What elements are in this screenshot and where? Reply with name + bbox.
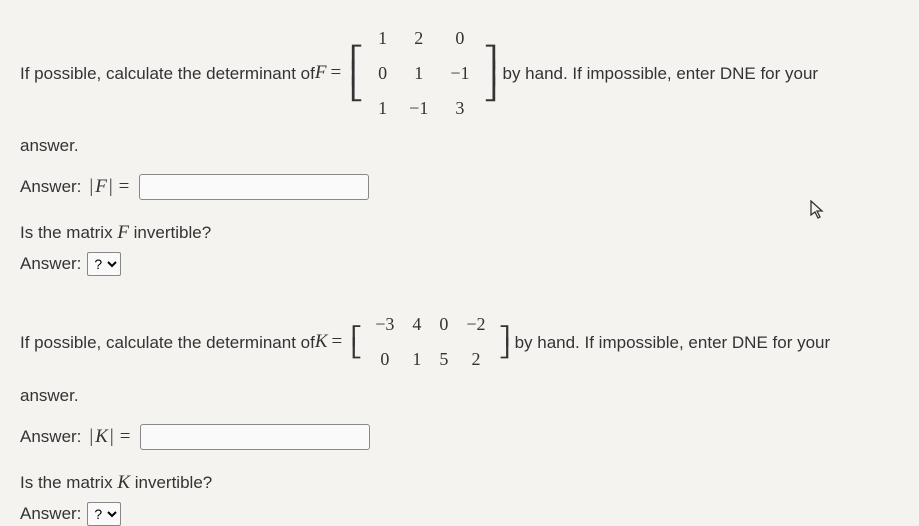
q1-invertible-select[interactable]: ? bbox=[87, 252, 121, 276]
det-bar-right: | bbox=[110, 426, 114, 448]
question-2: If possible, calculate the determinant o… bbox=[20, 304, 899, 526]
q1-matrix: ⎡⎢⎣ 120 01−1 1−13 ⎤⎥⎦ bbox=[351, 18, 496, 128]
bracket-left-icon: ⎡⎢⎣ bbox=[350, 50, 364, 96]
q2-matrix: ⎡⎣ −340−2 0152 ⎤⎦ bbox=[352, 304, 508, 380]
q2-sub-var: K bbox=[117, 472, 130, 493]
q1-prompt: If possible, calculate the determinant o… bbox=[20, 18, 899, 128]
q2-det-var: K bbox=[95, 426, 108, 448]
q1-det-eq: = bbox=[115, 176, 134, 198]
q1-answer-label: Answer: bbox=[20, 177, 81, 197]
det-bar-left: | bbox=[89, 176, 93, 198]
q1-prompt-text-b: by hand. If impossible, enter DNE for yo… bbox=[502, 60, 818, 87]
det-bar-right: | bbox=[109, 176, 113, 198]
q2-det-eq: = bbox=[116, 426, 135, 448]
q2-sub-text-a: Is the matrix bbox=[20, 473, 117, 492]
q2-prompt: If possible, calculate the determinant o… bbox=[20, 304, 899, 380]
question-1: If possible, calculate the determinant o… bbox=[20, 18, 899, 276]
q1-sub-text-b: invertible? bbox=[134, 223, 212, 242]
q1-answer-row: Answer: | F | = bbox=[20, 174, 899, 200]
bracket-right-icon: ⎤⎥⎦ bbox=[484, 50, 498, 96]
q1-det-var: F bbox=[95, 176, 107, 198]
cursor-icon bbox=[810, 200, 826, 225]
q1-sub-var: F bbox=[117, 222, 129, 243]
q2-prompt-text-a: If possible, calculate the determinant o… bbox=[20, 329, 315, 356]
det-bar-left: | bbox=[89, 426, 93, 448]
q2-prompt-text-c: answer. bbox=[20, 386, 899, 406]
q1-sub-answer-label: Answer: bbox=[20, 254, 81, 274]
q1-det-input[interactable] bbox=[139, 174, 369, 200]
q1-var: F bbox=[315, 58, 327, 88]
q2-sub-answer-label: Answer: bbox=[20, 504, 81, 524]
q1-eq: = bbox=[326, 58, 345, 88]
bracket-left-icon: ⎡⎣ bbox=[351, 330, 363, 355]
q2-answer-row: Answer: | K | = bbox=[20, 424, 899, 450]
q2-sub-answer-row: Answer: ? bbox=[20, 502, 899, 526]
q2-sub-text-b: invertible? bbox=[135, 473, 213, 492]
q1-sub-text-a: Is the matrix bbox=[20, 223, 117, 242]
q2-prompt-text-b: by hand. If impossible, enter DNE for yo… bbox=[515, 329, 831, 356]
q2-subquestion: Is the matrix K invertible? bbox=[20, 472, 899, 494]
q1-prompt-text-c: answer. bbox=[20, 136, 899, 156]
q1-prompt-text-a: If possible, calculate the determinant o… bbox=[20, 60, 315, 87]
q2-var: K bbox=[315, 327, 328, 357]
q1-sub-answer-row: Answer: ? bbox=[20, 252, 899, 276]
q2-invertible-select[interactable]: ? bbox=[87, 502, 121, 526]
q2-eq: = bbox=[328, 327, 347, 357]
q2-matrix-grid: −340−2 0152 bbox=[361, 304, 499, 380]
q2-answer-label: Answer: bbox=[20, 427, 81, 447]
q1-subquestion: Is the matrix F invertible? bbox=[20, 222, 899, 244]
bracket-right-icon: ⎤⎦ bbox=[498, 330, 510, 355]
q1-matrix-grid: 120 01−1 1−13 bbox=[362, 18, 485, 128]
q2-det-input[interactable] bbox=[140, 424, 370, 450]
